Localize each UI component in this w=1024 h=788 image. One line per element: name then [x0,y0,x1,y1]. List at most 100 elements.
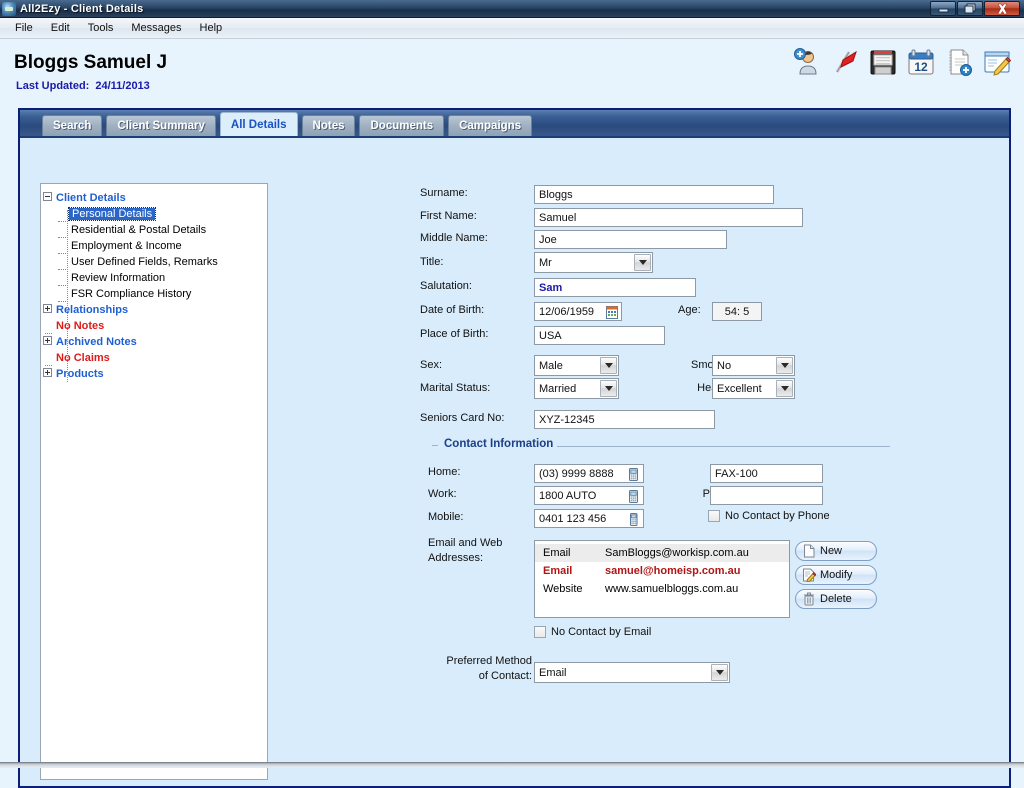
tree-item-review-information[interactable]: Review Information [41,270,267,286]
salutation-input[interactable]: Sam [534,278,696,297]
calendar-icon[interactable]: 12 [906,47,936,77]
mobile-phone-icon[interactable] [628,513,640,527]
no-contact-by-email-checkbox[interactable] [534,626,546,638]
delete-button[interactable]: Delete [795,589,877,609]
maximize-button[interactable] [957,1,983,16]
new-document-icon[interactable] [944,47,974,77]
save-floppy-icon[interactable] [868,47,898,77]
chevron-down-icon[interactable] [776,380,793,397]
calendar-picker-icon[interactable] [606,306,618,320]
modify-button-label: Modify [820,569,853,581]
menu-help[interactable]: Help [191,20,232,36]
salutation-value: Sam [539,281,563,294]
tab-client-summary[interactable]: Client Summary [106,115,216,136]
menu-tools[interactable]: Tools [79,20,123,36]
new-button-label: New [820,545,843,557]
title-value: Mr [539,256,552,269]
preferred-method-select[interactable]: Email [534,662,730,683]
tree-item-no-claims[interactable]: No Claims [41,350,267,366]
chevron-down-icon[interactable] [600,380,617,397]
title-select[interactable]: Mr [534,252,653,273]
navigation-tree[interactable]: Client Details Personal Details Resident… [40,183,268,780]
chevron-down-icon[interactable] [711,664,728,681]
modify-button[interactable]: Modify [795,565,877,585]
menu-file[interactable]: File [6,20,42,36]
chevron-down-icon[interactable] [600,357,617,374]
surname-input[interactable]: Bloggs [534,185,774,204]
new-button[interactable]: New [795,541,877,561]
mobile-phone-label: Mobile: [428,511,464,523]
tree-item-fsr-compliance-history[interactable]: FSR Compliance History [41,286,267,302]
home-phone-input[interactable]: (03) 9999 8888 [534,464,644,483]
tree-item-no-notes[interactable]: No Notes [41,318,267,334]
work-phone-value: 1800 AUTO [539,489,597,502]
groupbox-left-dash [432,445,438,446]
chevron-down-icon[interactable] [634,254,651,271]
middle-name-input[interactable]: Joe [534,230,727,249]
chevron-down-icon[interactable] [776,357,793,374]
tree-label: FSR Compliance History [71,288,192,300]
close-button[interactable] [984,1,1020,16]
menu-edit[interactable]: Edit [42,20,79,36]
tab-search[interactable]: Search [42,115,103,136]
health-select[interactable]: Excellent [712,378,795,399]
expander-plus-icon[interactable] [41,304,54,316]
work-phone-input[interactable]: 1800 AUTO [534,486,644,505]
tree-item-client-details[interactable]: Client Details [41,190,267,206]
no-contact-by-phone-row[interactable]: No Contact by Phone [708,510,830,522]
expander-plus-icon[interactable] [41,368,54,380]
tab-notes[interactable]: Notes [301,115,356,136]
email-addresses-list[interactable]: Email SamBloggs@workisp.com.au Email sam… [534,540,790,618]
tab-campaigns[interactable]: Campaigns [448,115,533,136]
edit-pencil-icon [802,568,817,583]
email-addresses-label-line1: Email and Web [428,537,503,549]
tree-item-residential-postal[interactable]: Residential & Postal Details [41,222,267,238]
menu-messages[interactable]: Messages [122,20,190,36]
tree-label: Products [56,368,104,380]
expander-minus-icon[interactable] [41,192,54,204]
minimize-button[interactable] [930,1,956,16]
tree-item-products[interactable]: Products [41,366,267,382]
list-item[interactable]: Email SamBloggs@workisp.com.au [535,544,789,562]
health-value: Excellent [717,382,762,395]
tree-item-employment-income[interactable]: Employment & Income [41,238,267,254]
pager-input[interactable] [710,486,823,505]
last-updated-label: Last Updated: [16,80,90,92]
tree-item-personal-details[interactable]: Personal Details [41,206,267,222]
tree-item-archived-notes[interactable]: Archived Notes [41,334,267,350]
mobile-phone-input[interactable]: 0401 123 456 [534,509,644,528]
sex-value: Male [539,359,563,372]
list-item[interactable]: Website www.samuelbloggs.com.au [535,580,789,598]
place-of-birth-input[interactable]: USA [534,326,665,345]
trash-icon [802,592,816,606]
fax-input[interactable]: FAX-100 [710,464,823,483]
tree-item-relationships[interactable]: Relationships [41,302,267,318]
main-panel: Search Client Summary All Details Notes … [18,108,1011,788]
tab-documents[interactable]: Documents [359,115,445,136]
marital-status-select[interactable]: Married [534,378,619,399]
tree-guideline [67,210,68,382]
new-page-icon [802,544,816,558]
tab-all-details[interactable]: All Details [219,112,298,136]
window-title: All2Ezy - Client Details [20,2,144,15]
edit-note-icon[interactable] [982,47,1012,77]
red-flag-icon[interactable] [830,47,860,77]
no-contact-by-email-row[interactable]: No Contact by Email [534,626,651,638]
first-name-input[interactable]: Samuel [534,208,803,227]
expander-plus-icon[interactable] [41,336,54,348]
add-client-icon[interactable] [792,47,822,77]
marital-status-label: Marital Status: [420,382,491,394]
seniors-card-input[interactable]: XYZ-12345 [534,410,715,429]
email-row-value: www.samuelbloggs.com.au [605,583,739,595]
mobile-phone-value: 0401 123 456 [539,512,607,525]
tree-label: Review Information [71,272,166,284]
tree-item-user-defined-fields[interactable]: User Defined Fields, Remarks [41,254,267,270]
date-of-birth-input[interactable]: 12/06/1959 [534,302,622,321]
preferred-method-value: Email [539,666,567,679]
no-contact-by-phone-checkbox[interactable] [708,510,720,522]
list-item[interactable]: Email samuel@homeisp.com.au [535,562,789,580]
sex-select[interactable]: Male [534,355,619,376]
smoker-select[interactable]: No [712,355,795,376]
content-area: Bloggs Samuel J Last Updated: 24/11/2013 [0,39,1024,788]
last-updated: Last Updated: 24/11/2013 [16,80,150,92]
